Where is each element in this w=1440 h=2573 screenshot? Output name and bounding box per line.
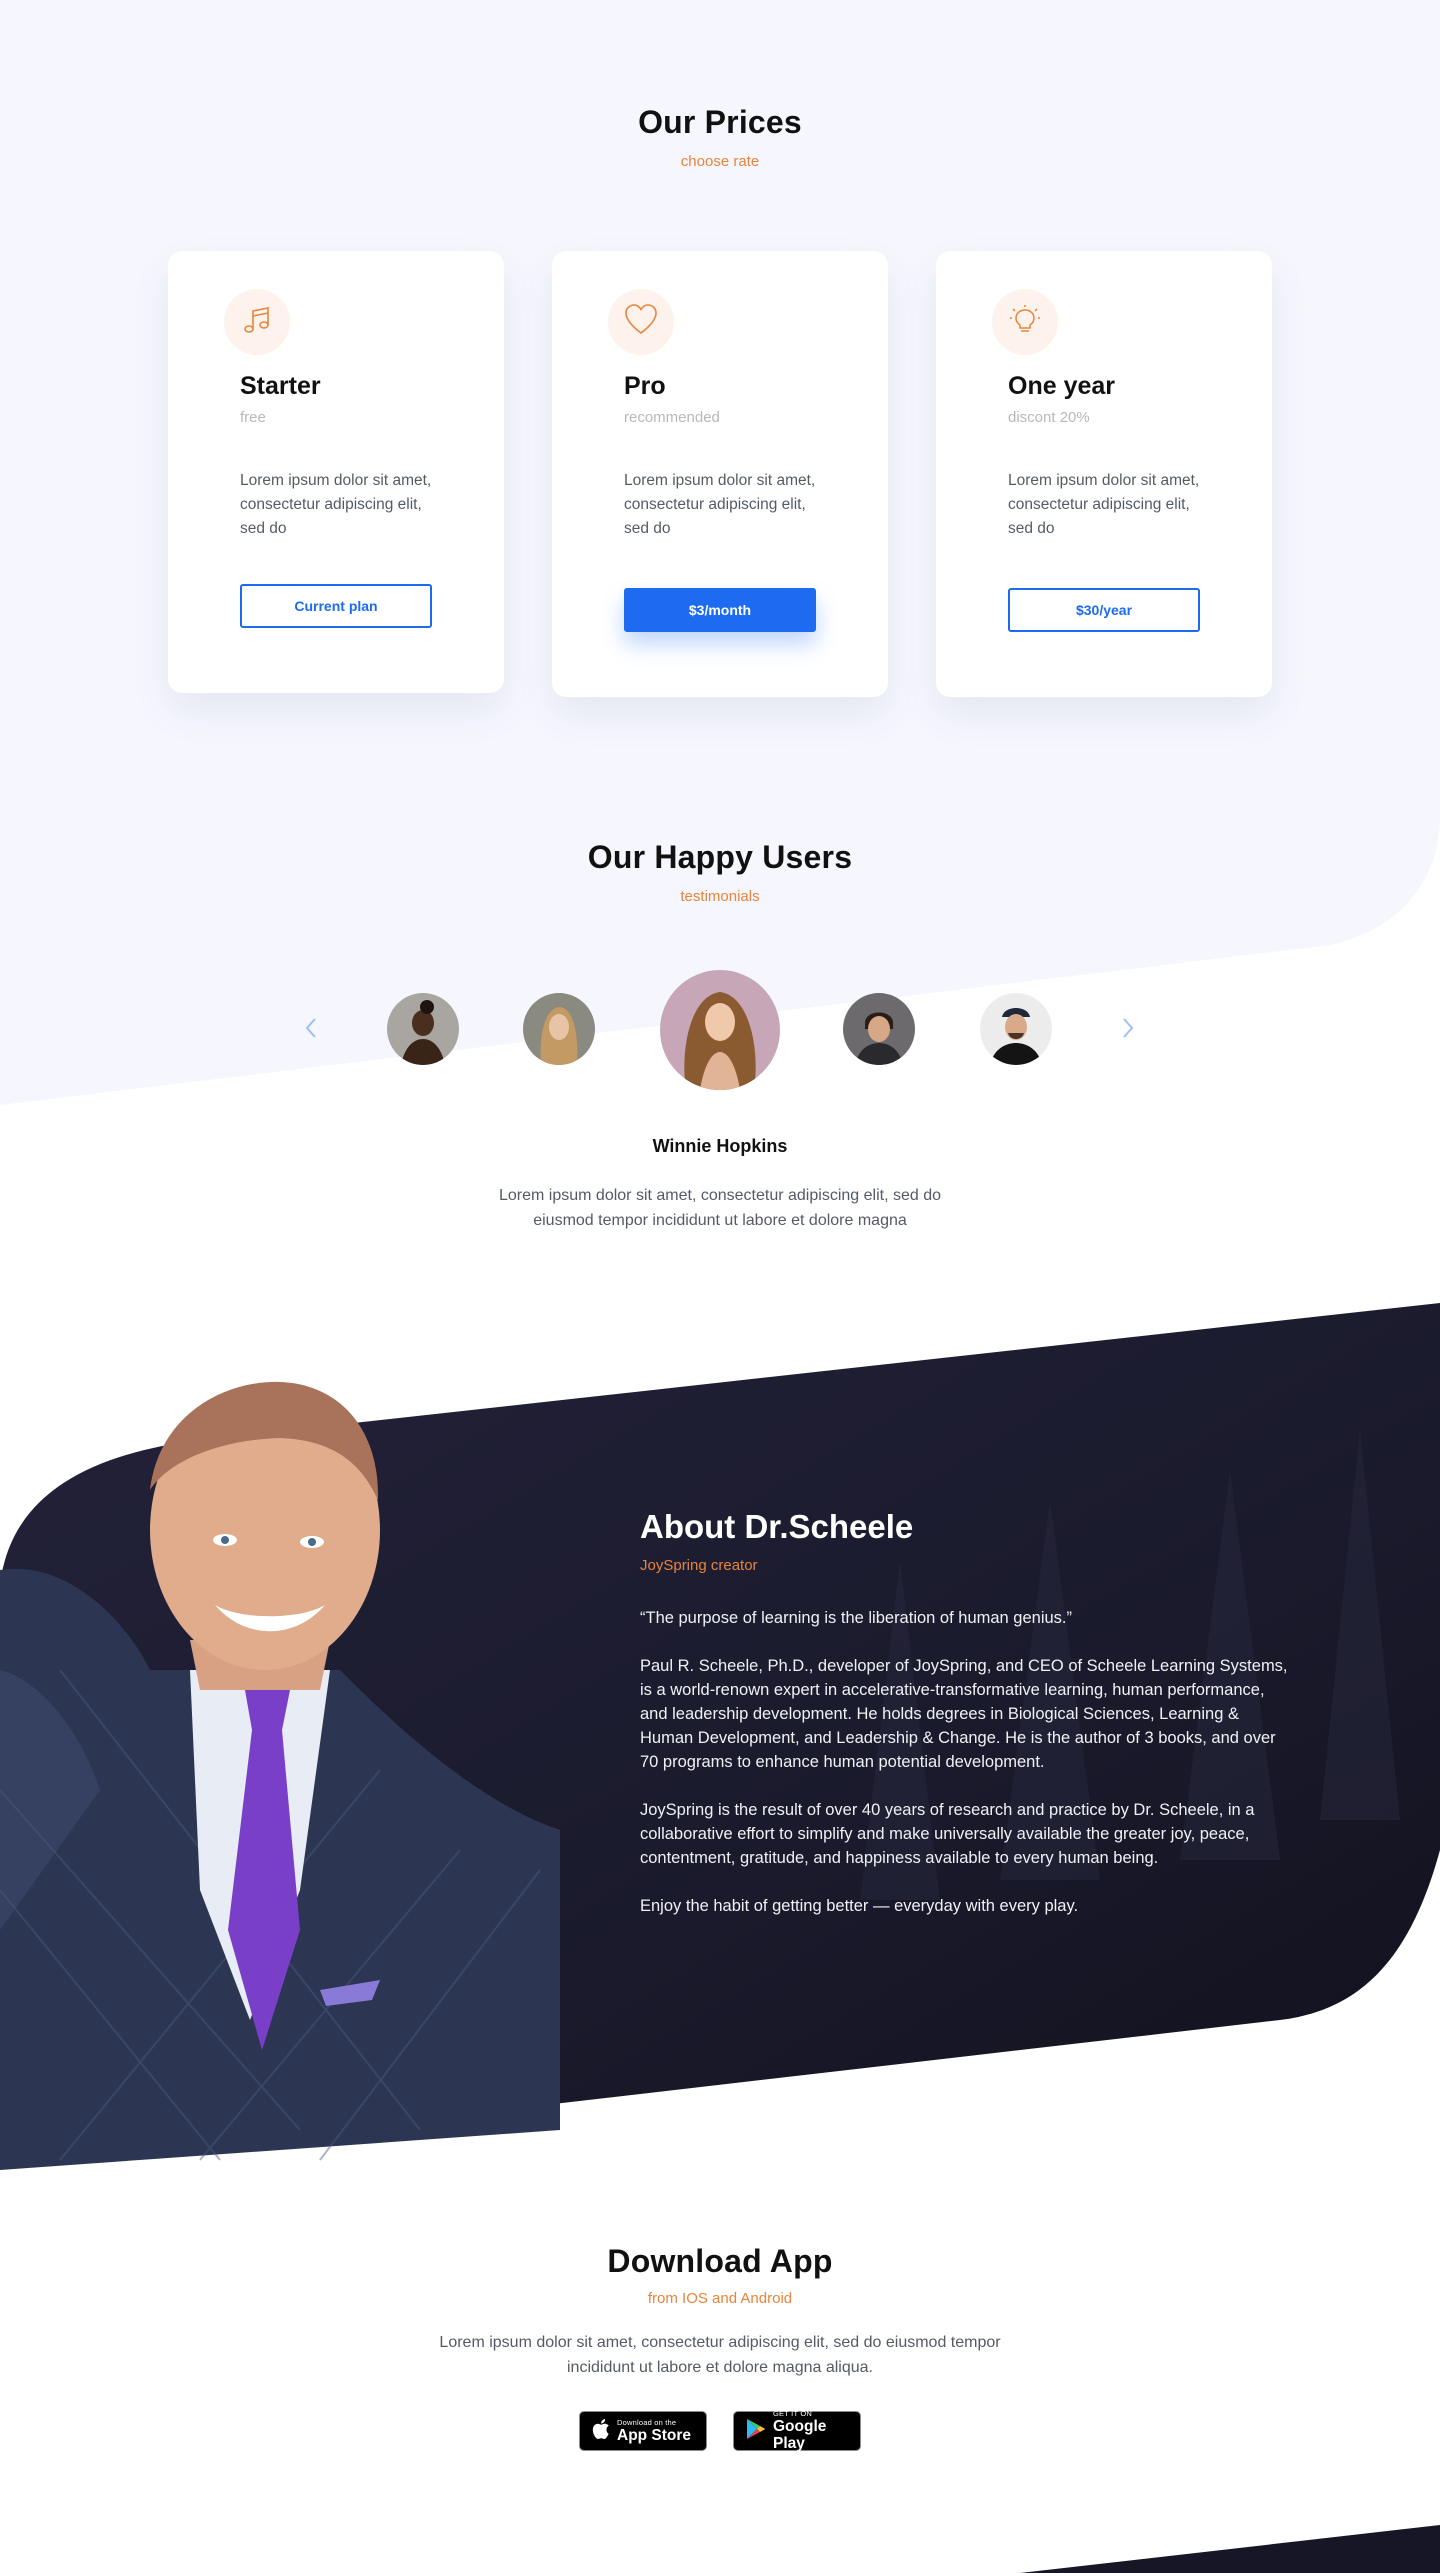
user-avatar[interactable] xyxy=(980,993,1052,1065)
monthly-plan-button[interactable]: $3/month xyxy=(624,588,816,632)
apple-icon xyxy=(592,2418,610,2445)
app-store-button[interactable]: Download on the App Store xyxy=(579,2411,707,2451)
plan-description: Lorem ipsum dolor sit amet, consectetur … xyxy=(624,472,816,537)
current-plan-button[interactable]: Current plan xyxy=(240,584,432,628)
about-subtitle: JoySpring creator xyxy=(640,1557,758,1574)
google-play-label: Google Play xyxy=(773,2418,827,2452)
testimonials-title: Our Happy Users xyxy=(587,839,853,875)
prices-title: Our Prices xyxy=(638,104,802,140)
about-title: About Dr.Scheele xyxy=(640,1508,914,1545)
plan-description: Lorem ipsum dolor sit amet, consectetur … xyxy=(240,472,432,537)
google-play-icon xyxy=(746,2418,766,2445)
icon-wrapper xyxy=(992,289,1058,355)
about-quote: “The purpose of learning is the liberati… xyxy=(640,1609,1073,1627)
price-card-pro: Pro recommended Lorem ipsum dolor sit am… xyxy=(552,251,888,697)
about-body: “The purpose of learning is the liberati… xyxy=(640,1606,1290,1942)
testimonial-text: Lorem ipsum dolor sit amet, consectetur … xyxy=(499,1187,941,1229)
download-text: Lorem ipsum dolor sit amet, consectetur … xyxy=(439,2334,1001,2376)
plan-subtitle: recommended xyxy=(624,409,720,426)
user-avatar-active[interactable] xyxy=(660,970,780,1090)
download-title: Download App xyxy=(607,2243,833,2279)
next-testimonial-button[interactable] xyxy=(1116,1015,1140,1045)
plan-name: One year xyxy=(1008,372,1116,400)
plan-name: Starter xyxy=(240,372,321,400)
plan-name: Pro xyxy=(624,372,666,400)
user-avatar[interactable] xyxy=(843,993,915,1065)
heart-icon xyxy=(623,303,659,342)
google-play-small-label: GET IT ON xyxy=(773,2409,813,2418)
user-avatar[interactable] xyxy=(523,993,595,1065)
prev-testimonial-button[interactable] xyxy=(299,1015,323,1045)
about-paragraph: Enjoy the habit of getting better — ever… xyxy=(640,1897,1079,1915)
chevron-right-icon xyxy=(1122,1017,1134,1044)
plan-subtitle: free xyxy=(240,409,266,426)
music-note-icon xyxy=(240,303,274,342)
icon-wrapper xyxy=(608,289,674,355)
testimonials-subtitle: testimonials xyxy=(680,888,760,905)
plan-subtitle: discont 20% xyxy=(1008,409,1090,426)
app-store-small-label: Download on the xyxy=(617,2417,677,2427)
chevron-left-icon xyxy=(305,1017,317,1044)
dr-scheele-portrait xyxy=(0,1381,560,2170)
app-store-label: App Store xyxy=(617,2426,692,2444)
prices-subtitle: choose rate xyxy=(680,153,760,170)
user-avatar[interactable] xyxy=(387,993,459,1065)
testimonial-name: Winnie Hopkins xyxy=(652,1136,788,1156)
lightbulb-icon xyxy=(1008,303,1042,342)
yearly-plan-button[interactable]: $30/year xyxy=(1008,588,1200,632)
download-subtitle: from IOS and Android xyxy=(647,2290,793,2307)
google-play-button[interactable]: GET IT ON Google Play xyxy=(733,2409,861,2452)
price-card-one-year: One year discont 20% Lorem ipsum dolor s… xyxy=(936,251,1272,697)
icon-wrapper xyxy=(224,289,290,355)
plan-description: Lorem ipsum dolor sit amet, consectetur … xyxy=(1008,472,1200,537)
about-paragraph: Paul R. Scheele, Ph.D., developer of Joy… xyxy=(640,1657,1288,1771)
price-card-starter: Starter free Lorem ipsum dolor sit amet,… xyxy=(168,251,504,693)
about-paragraph: JoySpring is the result of over 40 years… xyxy=(640,1801,1255,1867)
